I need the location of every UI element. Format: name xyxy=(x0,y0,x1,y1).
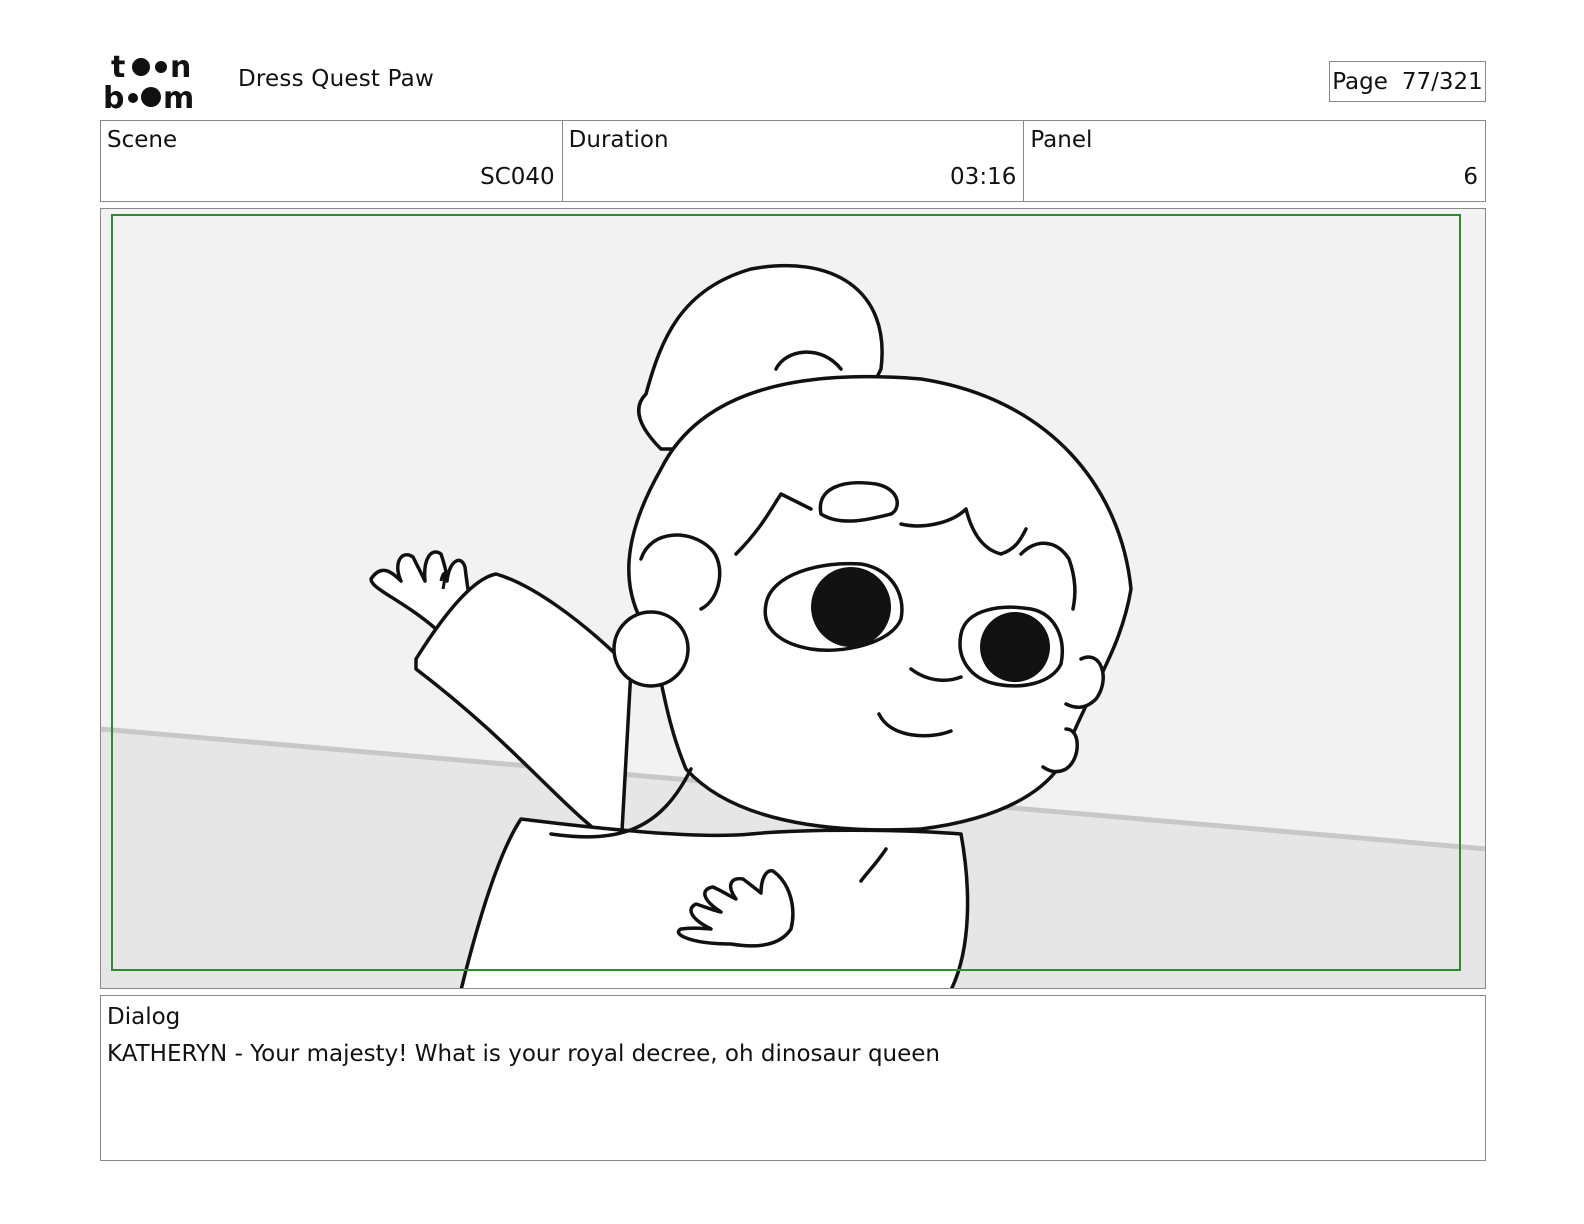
dialog-box: Dialog KATHERYN - Your majesty! What is … xyxy=(100,995,1486,1161)
duration-label: Duration xyxy=(568,127,669,153)
dialog-text: KATHERYN - Your majesty! What is your ro… xyxy=(107,1041,941,1067)
panel-info-row: Scene SC040 Duration 03:16 Panel 6 xyxy=(100,120,1486,202)
duration-value: 03:16 xyxy=(950,164,1017,190)
page-number: 77/321 xyxy=(1401,68,1483,95)
project-title: Dress Quest Paw xyxy=(238,66,434,92)
panel-value: 6 xyxy=(1463,164,1479,190)
panel-label: Panel xyxy=(1030,127,1093,153)
duration-cell: Duration 03:16 xyxy=(563,121,1025,201)
scene-cell: Scene SC040 xyxy=(101,121,563,201)
dialog-label: Dialog xyxy=(107,1004,181,1030)
toon-boom-logo: t n b m xyxy=(103,50,194,112)
scene-label: Scene xyxy=(107,127,178,153)
scene-value: SC040 xyxy=(480,164,555,190)
storyboard-panel xyxy=(100,208,1486,989)
svg-text:m: m xyxy=(163,81,194,112)
svg-text:b: b xyxy=(103,81,124,112)
storyboard-drawing xyxy=(101,209,1485,988)
page-indicator: Page 77/321 xyxy=(1329,61,1486,102)
page-label: Page xyxy=(1332,68,1388,95)
panel-cell: Panel 6 xyxy=(1024,121,1485,201)
svg-text:n: n xyxy=(170,50,191,85)
svg-text:t: t xyxy=(111,50,125,85)
